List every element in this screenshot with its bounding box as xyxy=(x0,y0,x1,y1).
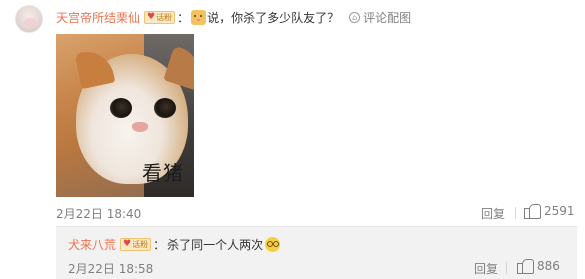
reply-reply-button[interactable]: 回复 xyxy=(474,260,498,277)
reply-like-button[interactable]: 886 xyxy=(517,258,560,274)
divider xyxy=(506,262,507,274)
thumbs-up-icon xyxy=(517,258,534,274)
reply-button[interactable]: 回复 xyxy=(481,205,505,222)
badge-label: 话粉 xyxy=(132,239,149,249)
cat-eye-right xyxy=(154,98,176,118)
comment-timestamp: 2月22日 18:40 xyxy=(56,207,142,221)
comment-image[interactable]: 看猪 xyxy=(56,34,194,197)
colon: ： xyxy=(153,237,166,252)
comment-header: 天宫帝所结栗仙 ♥ 话粉 ： 说，你杀了多少队友了？ ⌂ 评论配图 xyxy=(56,9,411,25)
comment-text: 说，你杀了多少队友了？ xyxy=(207,10,340,25)
comment-username[interactable]: 天宫帝所结栗仙 xyxy=(56,9,140,26)
reply-timestamp: 2月22日 18:58 xyxy=(68,262,154,276)
reply-text: 杀了同一个人两次 xyxy=(167,237,264,252)
heart-icon: ♥ xyxy=(147,11,156,22)
fan-badge[interactable]: ♥ 话粉 xyxy=(120,237,152,251)
avatar[interactable] xyxy=(15,5,43,33)
like-button[interactable]: 2591 xyxy=(524,203,575,219)
thumbs-up-icon xyxy=(524,203,541,219)
divider xyxy=(515,207,516,219)
heart-icon: ♥ xyxy=(123,238,132,249)
image-icon: ⌂ xyxy=(349,11,361,23)
like-count: 2591 xyxy=(544,203,575,218)
image-caption: 看猪 xyxy=(142,161,184,185)
badge-label: 话粉 xyxy=(156,12,173,22)
reply-username[interactable]: 犬来八荒 xyxy=(68,236,116,253)
cat-nose xyxy=(132,122,148,132)
cat-sticker-icon xyxy=(191,9,207,25)
cat-ear-left xyxy=(74,46,116,90)
colon: ： xyxy=(177,10,190,25)
image-comment-label: 评论配图 xyxy=(363,10,412,25)
reply-like-count: 886 xyxy=(537,258,560,273)
reply-header: 犬来八荒 ♥ 话粉 ： 杀了同一个人两次 xyxy=(68,236,281,253)
fan-badge[interactable]: ♥ 话粉 xyxy=(144,10,176,24)
glasses-smile-emoji-icon xyxy=(265,236,281,252)
cat-eye-left xyxy=(110,98,132,118)
image-comment-link[interactable]: ⌂ 评论配图 xyxy=(349,9,411,26)
